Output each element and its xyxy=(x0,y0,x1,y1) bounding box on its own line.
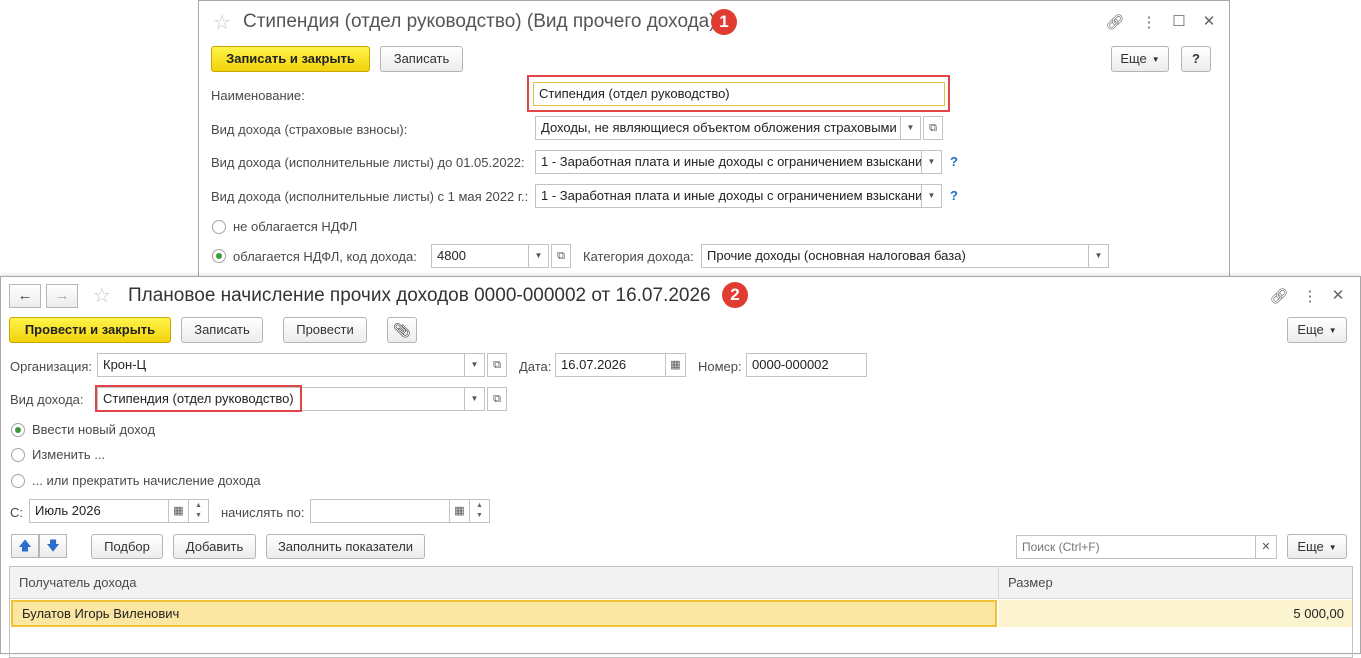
post-and-close-button[interactable]: Провести и закрыть xyxy=(9,317,171,343)
calendar-icon[interactable]: ▦ xyxy=(450,499,470,523)
move-down-icon[interactable]: 🡇︎ xyxy=(39,534,67,558)
more-menu-icon[interactable]: ⋮ xyxy=(1300,287,1320,305)
column-header-recipient[interactable]: Получатель дохода xyxy=(10,567,999,599)
more-label: Еще xyxy=(1297,539,1324,554)
radio-change[interactable] xyxy=(11,448,25,462)
name-label: Наименование: xyxy=(211,88,305,103)
chevron-down-icon[interactable]: ▼ xyxy=(1089,244,1109,268)
help-button[interactable]: ? xyxy=(1181,46,1211,72)
close-icon[interactable]: ✕ xyxy=(1199,12,1219,30)
organization-label: Организация: xyxy=(10,359,93,374)
from-label: С: xyxy=(10,505,23,520)
exec-after-field[interactable]: 1 - Заработная плата и иные доходы с огр… xyxy=(535,184,922,208)
chevron-down-icon[interactable]: ▼ xyxy=(465,353,485,377)
move-up-icon[interactable]: 🡅︎ xyxy=(11,534,39,558)
radio-ndfl-label: облагается НДФЛ, код дохода: xyxy=(233,249,417,264)
table-more-button[interactable]: Еще ▼ xyxy=(1287,534,1347,559)
from-period-field[interactable]: Июль 2026 xyxy=(29,499,169,523)
organization-field[interactable]: Крон-Ц xyxy=(97,353,465,377)
more-label: Еще xyxy=(1297,322,1324,337)
date-field[interactable]: 16.07.2026 xyxy=(555,353,666,377)
category-field[interactable]: Прочие доходы (основная налоговая база) xyxy=(701,244,1089,268)
column-header-amount[interactable]: Размер xyxy=(999,567,1352,599)
more-button[interactable]: Еще ▼ xyxy=(1111,46,1169,72)
ndfl-code-field[interactable]: 4800 xyxy=(431,244,529,268)
search-input[interactable] xyxy=(1016,535,1256,559)
radio-stop-label: ... или прекратить начисление дохода xyxy=(32,473,261,488)
radio-change-label: Изменить ... xyxy=(32,447,106,462)
open-icon[interactable]: ⧉ xyxy=(923,116,943,140)
spin-arrows-icon[interactable]: ▲ ▼ xyxy=(189,499,209,523)
number-label: Номер: xyxy=(698,359,742,374)
spin-arrows-icon[interactable]: ▲ ▼ xyxy=(470,499,490,523)
radio-no-ndfl-label: не облагается НДФЛ xyxy=(233,219,358,234)
chevron-down-icon[interactable]: ▼ xyxy=(529,244,549,268)
radio-new-income-label: Ввести новый доход xyxy=(32,422,156,437)
link-icon[interactable]: 🔗︎ xyxy=(1269,287,1289,305)
exec-before-label: Вид дохода (исполнительные листы) до 01.… xyxy=(211,155,525,170)
amount-cell[interactable]: 5 000,00 xyxy=(999,600,1352,627)
callout-badge: 1 xyxy=(711,9,737,35)
chevron-down-icon: ▼ xyxy=(1151,54,1160,64)
radio-no-ndfl[interactable] xyxy=(212,220,226,234)
income-type-window: ☆ Стипендия (отдел руководство) (Вид про… xyxy=(198,0,1230,290)
forward-button[interactable]: → xyxy=(46,284,78,308)
highlight-frame xyxy=(527,75,950,112)
help-question-icon[interactable]: ? xyxy=(950,154,958,169)
callout-badge: 2 xyxy=(722,282,748,308)
clear-search-icon[interactable]: ✕ xyxy=(1256,535,1277,559)
income-type-label: Вид дохода: xyxy=(10,392,84,407)
chevron-down-icon[interactable]: ▼ xyxy=(922,150,942,174)
post-button[interactable]: Провести xyxy=(283,317,367,343)
recipients-table: Получатель дохода Размер Булатов Игорь В… xyxy=(9,566,1353,658)
radio-ndfl[interactable] xyxy=(212,249,226,263)
close-icon[interactable]: ✕ xyxy=(1328,286,1348,304)
save-button[interactable]: Записать xyxy=(380,46,463,72)
highlight-frame xyxy=(95,385,302,412)
exec-before-field[interactable]: 1 - Заработная плата и иные доходы с огр… xyxy=(535,150,922,174)
exec-after-label: Вид дохода (исполнительные листы) с 1 ма… xyxy=(211,189,529,204)
calendar-icon[interactable]: ▦ xyxy=(666,353,686,377)
more-label: Еще xyxy=(1120,51,1147,66)
help-question-icon[interactable]: ? xyxy=(950,188,958,203)
window-title: Стипендия (отдел руководство) (Вид проче… xyxy=(243,11,716,32)
chevron-down-icon[interactable]: ▼ xyxy=(922,184,942,208)
until-period-field[interactable] xyxy=(310,499,450,523)
save-button[interactable]: Записать xyxy=(181,317,263,343)
save-and-close-button[interactable]: Записать и закрыть xyxy=(211,46,370,72)
open-icon[interactable]: ⧉ xyxy=(487,353,507,377)
income-type-insurance-label: Вид дохода (страховые взносы): xyxy=(211,122,408,137)
chevron-down-icon: ▼ xyxy=(1328,325,1337,335)
chevron-down-icon: ▼ xyxy=(1328,543,1337,553)
date-label: Дата: xyxy=(519,359,552,374)
until-label: начислять по: xyxy=(221,505,305,520)
planned-accrual-window: ← → ☆ Плановое начисление прочих доходов… xyxy=(0,276,1361,658)
radio-new-income[interactable] xyxy=(11,423,25,437)
fill-indicators-button[interactable]: Заполнить показатели xyxy=(266,534,425,559)
pick-button[interactable]: Подбор xyxy=(91,534,163,559)
add-button[interactable]: Добавить xyxy=(173,534,256,559)
more-button[interactable]: Еще ▼ xyxy=(1287,317,1347,343)
back-button[interactable]: ← xyxy=(9,284,41,308)
income-type-insurance-field[interactable]: Доходы, не являющиеся объектом обложения… xyxy=(535,116,901,140)
window-title: Плановое начисление прочих доходов 0000-… xyxy=(128,285,711,306)
calendar-icon[interactable]: ▦ xyxy=(169,499,189,523)
category-label: Категория дохода: xyxy=(583,249,694,264)
number-field[interactable]: 0000-000002 xyxy=(746,353,867,377)
link-icon[interactable]: 🔗︎ xyxy=(1105,13,1125,31)
open-icon[interactable]: ⧉ xyxy=(487,387,507,411)
chevron-down-icon[interactable]: ▼ xyxy=(901,116,921,140)
favorite-star-icon[interactable]: ☆ xyxy=(93,283,111,308)
attachment-icon[interactable]: 📎︎ xyxy=(387,317,417,343)
maximize-icon[interactable]: ☐ xyxy=(1169,12,1189,30)
recipient-cell[interactable]: Булатов Игорь Виленович xyxy=(11,600,997,627)
chevron-down-icon[interactable]: ▼ xyxy=(465,387,485,411)
open-icon[interactable]: ⧉ xyxy=(551,244,571,268)
more-menu-icon[interactable]: ⋮ xyxy=(1139,13,1159,31)
favorite-star-icon[interactable]: ☆ xyxy=(213,10,231,35)
radio-stop[interactable] xyxy=(11,474,25,488)
